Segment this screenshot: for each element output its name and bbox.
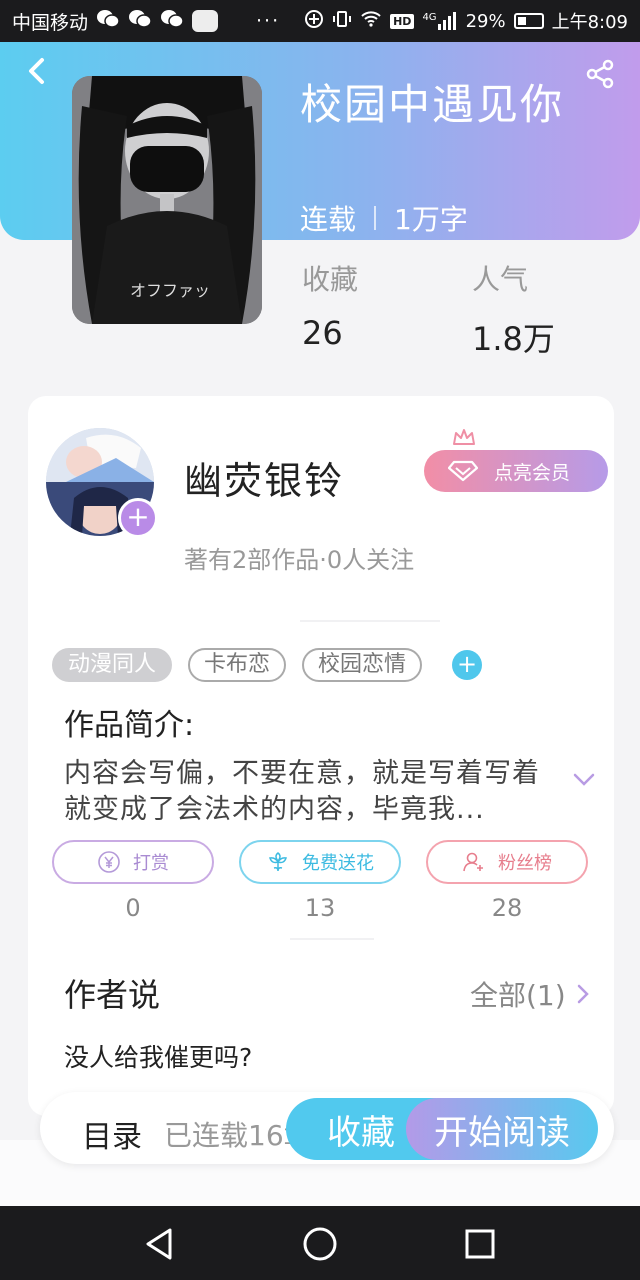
data-saver-icon — [304, 9, 324, 34]
app-notification-icon — [192, 10, 219, 32]
divider — [290, 938, 374, 940]
expand-chevron-icon[interactable] — [572, 770, 596, 790]
author-says-all-link[interactable]: 全部(1) — [470, 974, 590, 1014]
fans-count: 28 — [491, 894, 523, 922]
triangle-back-icon — [146, 1228, 172, 1260]
stat-label: 收藏 — [302, 263, 359, 296]
serial-status: 连载 — [300, 203, 357, 236]
stat-popularity: 人气 1.8万 — [472, 258, 555, 360]
author-name[interactable]: 幽荧银铃 — [184, 450, 344, 505]
hd-voice-badge: HD — [390, 13, 415, 29]
author-says-all-label: 全部(1) — [470, 979, 566, 1012]
more-notifications-icon: ··· — [256, 10, 281, 32]
tag-list: 动漫同人 卡布恋 校园恋情 + — [52, 648, 483, 682]
intro-text[interactable]: 内容会写偏，不要在意，就是写着写着就变成了会法术的内容，毕竟我... — [64, 756, 550, 828]
collect-label: 收藏 — [327, 1112, 395, 1153]
crown-icon — [453, 429, 475, 445]
tag-item[interactable]: 动漫同人 — [52, 648, 173, 682]
stat-value: 1.8万 — [472, 320, 555, 358]
follow-author-button[interactable]: + — [118, 498, 158, 538]
circle-home-icon — [303, 1227, 337, 1261]
stat-collections: 收藏 26 — [302, 258, 358, 352]
status-bar: 中国移动 ··· HD 4G 29% 上午8:09 — [0, 0, 640, 42]
add-tag-button[interactable]: + — [452, 650, 483, 680]
battery-icon — [513, 13, 544, 29]
divider — [300, 620, 440, 622]
author-says-content: 没人给我催更吗? — [64, 1043, 253, 1072]
start-reading-label: 开始阅读 — [434, 1112, 570, 1153]
diamond-icon — [448, 460, 478, 482]
fans-icon — [463, 852, 483, 872]
chevron-right-icon — [577, 984, 589, 1004]
network-type-label: 4G — [422, 12, 437, 23]
nav-home-button[interactable] — [300, 1224, 340, 1264]
reward-count: 0 — [125, 894, 141, 922]
chevron-left-icon — [29, 58, 44, 84]
author-says-title: 作者说 — [64, 976, 161, 1014]
vibrate-icon — [332, 9, 352, 34]
nav-recents-button[interactable] — [460, 1224, 500, 1264]
flower-count: 13 — [304, 894, 336, 922]
wifi-icon — [360, 10, 382, 33]
wechat-notification-icon — [160, 9, 184, 34]
plus-icon: + — [456, 650, 478, 678]
serial-progress-label: 已连载16章 — [164, 1119, 294, 1152]
fans-ranking-button[interactable]: 粉丝榜 — [426, 840, 588, 884]
system-navigation-bar — [0, 1206, 640, 1280]
plus-icon: + — [126, 500, 150, 533]
send-flower-label: 免费送花 — [302, 853, 374, 874]
signal-icon: 4G — [422, 12, 457, 30]
vip-label: 点亮会员 — [494, 461, 571, 484]
start-reading-button[interactable]: 开始阅读 — [406, 1098, 598, 1160]
battery-percent: 29% — [465, 10, 506, 32]
toc-button[interactable]: 目录 — [82, 1112, 142, 1156]
book-title: 校园中遇见你 — [300, 80, 565, 129]
book-cover-image[interactable]: オフファッ — [72, 76, 262, 324]
reward-button[interactable]: 打赏 — [52, 840, 214, 884]
stat-value: 26 — [302, 314, 343, 352]
wechat-notification-icon — [96, 9, 120, 34]
book-meta: 连载 1万字 — [300, 198, 468, 238]
author-subtitle: 著有2部作品·0人关注 — [184, 546, 415, 574]
tag-item[interactable]: 校园恋情 — [302, 648, 423, 682]
wechat-notification-icon — [128, 9, 152, 34]
reward-label: 打赏 — [133, 853, 169, 874]
svg-text:オフファッ: オフファッ — [130, 281, 210, 300]
tag-item[interactable]: 卡布恋 — [188, 648, 287, 682]
stat-label: 人气 — [472, 263, 529, 296]
carrier-label: 中国移动 — [12, 11, 89, 34]
intro-title: 作品简介: — [64, 708, 195, 743]
nav-back-button[interactable] — [140, 1224, 180, 1264]
word-count: 1万字 — [394, 203, 468, 236]
yen-icon — [98, 851, 120, 873]
send-flower-button[interactable]: 免费送花 — [239, 840, 401, 884]
square-recents-icon — [465, 1229, 495, 1259]
flower-icon — [269, 852, 287, 872]
clock: 上午8:09 — [551, 12, 628, 33]
cover-illustration: オフファッ — [72, 76, 262, 324]
meta-divider — [374, 206, 377, 230]
vip-button[interactable]: 点亮会员 — [424, 428, 608, 492]
fans-ranking-label: 粉丝榜 — [498, 853, 552, 874]
back-button[interactable] — [22, 56, 52, 86]
